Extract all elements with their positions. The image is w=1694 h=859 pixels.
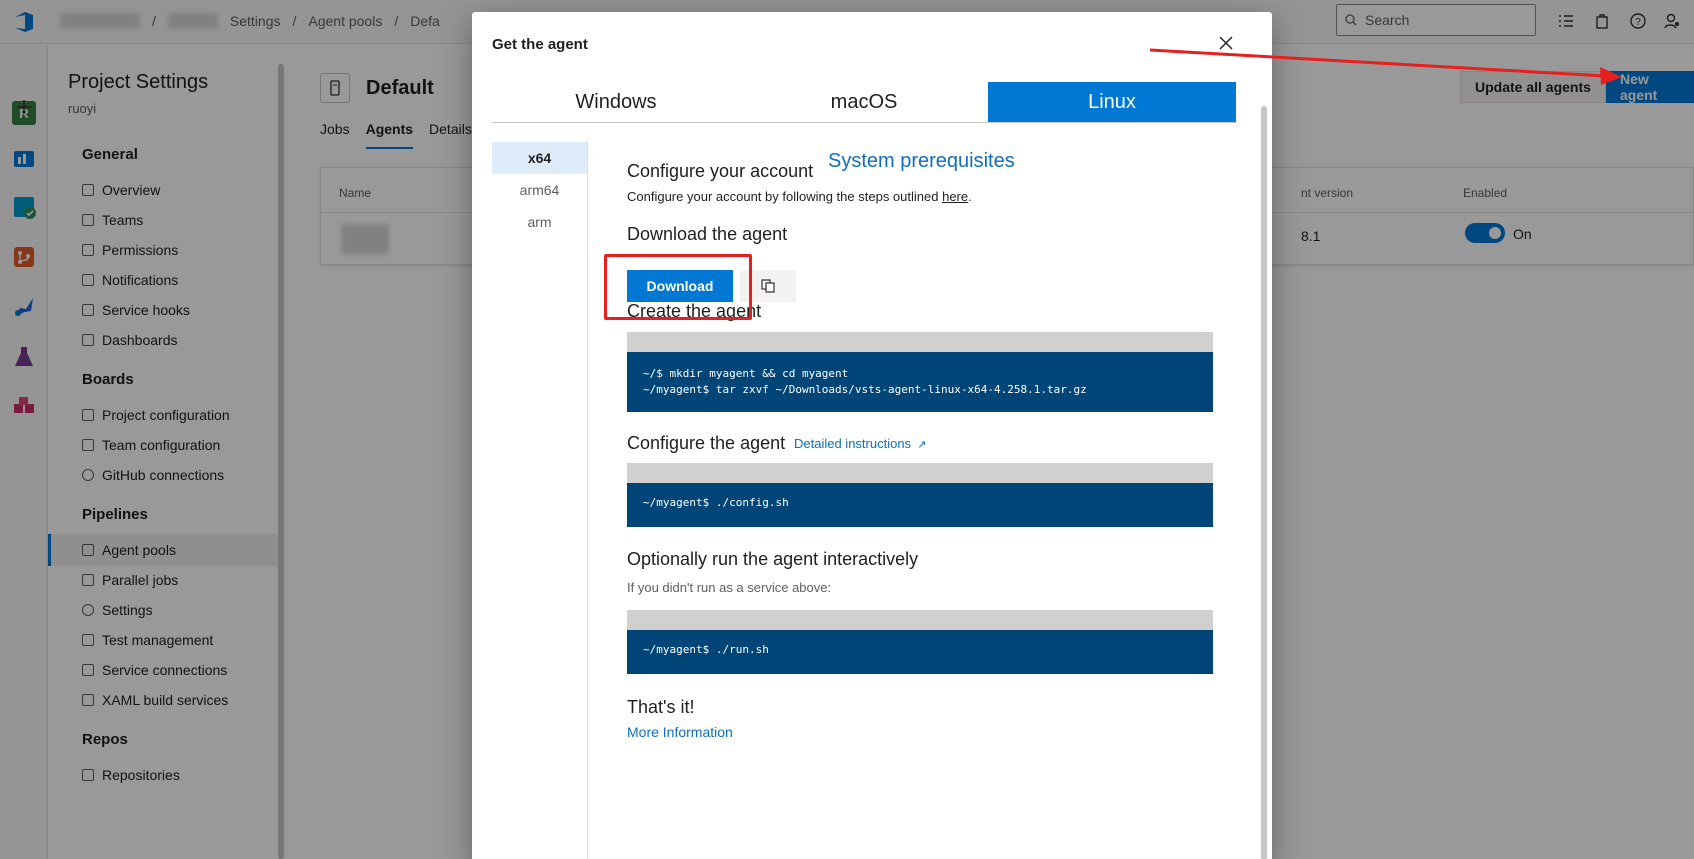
configure-account-heading: Configure your account: [627, 161, 814, 181]
configure-agent-code[interactable]: ~/myagent$ ./config.sh: [627, 483, 1213, 527]
app-window: / Settings / Agent pools / Defa Search ?…: [0, 0, 1694, 859]
code-toolbar: [627, 332, 1213, 352]
architecture-list: x64 arm64 arm: [492, 142, 588, 859]
configure-agent-heading: Configure the agent: [627, 433, 786, 453]
run-interactively-heading: Optionally run the agent interactively: [627, 549, 919, 569]
arch-x64[interactable]: x64: [492, 142, 587, 174]
tab-macos[interactable]: macOS: [740, 82, 988, 122]
system-prerequisites-link[interactable]: System prerequisites: [828, 150, 1015, 173]
external-link-icon: ↗: [917, 439, 927, 451]
configure-account-text: Configure your account by following the …: [627, 189, 972, 204]
dialog-scrollbar[interactable]: [1261, 106, 1267, 859]
download-agent-heading: Download the agent: [627, 224, 788, 244]
dialog-title: Get the agent: [492, 36, 588, 53]
create-agent-code[interactable]: ~/$ mkdir myagent && cd myagent ~/myagen…: [627, 352, 1213, 412]
copy-icon: [761, 279, 775, 293]
tab-linux[interactable]: Linux: [988, 82, 1236, 122]
run-note: If you didn't run as a service above:: [627, 580, 832, 595]
arch-arm[interactable]: arm: [492, 206, 587, 238]
detailed-instructions-label: Detailed instructions: [794, 436, 912, 451]
code-toolbar: [627, 463, 1213, 483]
get-agent-dialog: Get the agent Windows macOS Linux x64 ar…: [472, 12, 1272, 859]
configure-account-body: Configure your account by following the …: [627, 189, 943, 204]
run-agent-code[interactable]: ~/myagent$ ./run.sh: [627, 630, 1213, 674]
code-toolbar: [627, 610, 1213, 630]
download-highlight-box: [604, 254, 752, 320]
more-information-link[interactable]: More Information: [627, 724, 733, 740]
tab-windows[interactable]: Windows: [492, 82, 740, 122]
here-link[interactable]: here: [942, 189, 968, 204]
thats-it-heading: That's it!: [627, 697, 695, 717]
period: .: [968, 189, 972, 204]
os-tabs: Windows macOS Linux: [492, 82, 1237, 123]
close-icon[interactable]: [1216, 34, 1236, 54]
detailed-instructions-link[interactable]: Detailed instructions ↗: [794, 436, 926, 451]
arch-arm64[interactable]: arm64: [492, 174, 587, 206]
